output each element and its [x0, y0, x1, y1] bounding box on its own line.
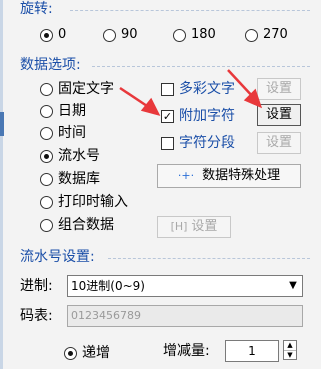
- increment-label: 递增: [82, 345, 110, 361]
- step-spinner[interactable]: ▲ ▼: [283, 340, 297, 360]
- code-table-label: 码表:: [20, 308, 53, 324]
- red-arrow-icon: [227, 69, 263, 109]
- spin-up-icon[interactable]: ▲: [284, 341, 296, 351]
- step-label: 增减量:: [163, 343, 210, 359]
- spin-down-icon[interactable]: ▼: [284, 351, 296, 360]
- serial-settings-title: 流水号设置:: [20, 249, 95, 265]
- base-value: 10进制(0~9): [71, 279, 145, 293]
- base-dropdown[interactable]: 10进制(0~9) ▼: [67, 275, 303, 297]
- code-table-field[interactable]: 0123456789: [67, 305, 303, 327]
- base-label: 进制:: [20, 278, 53, 294]
- section-divider: [108, 258, 310, 259]
- step-input[interactable]: 1: [225, 340, 279, 362]
- chevron-down-icon[interactable]: ▼: [284, 276, 302, 296]
- red-arrow-icon: [119, 86, 161, 116]
- increment-option[interactable]: 递增: [64, 344, 110, 362]
- radio-button[interactable]: [64, 346, 77, 360]
